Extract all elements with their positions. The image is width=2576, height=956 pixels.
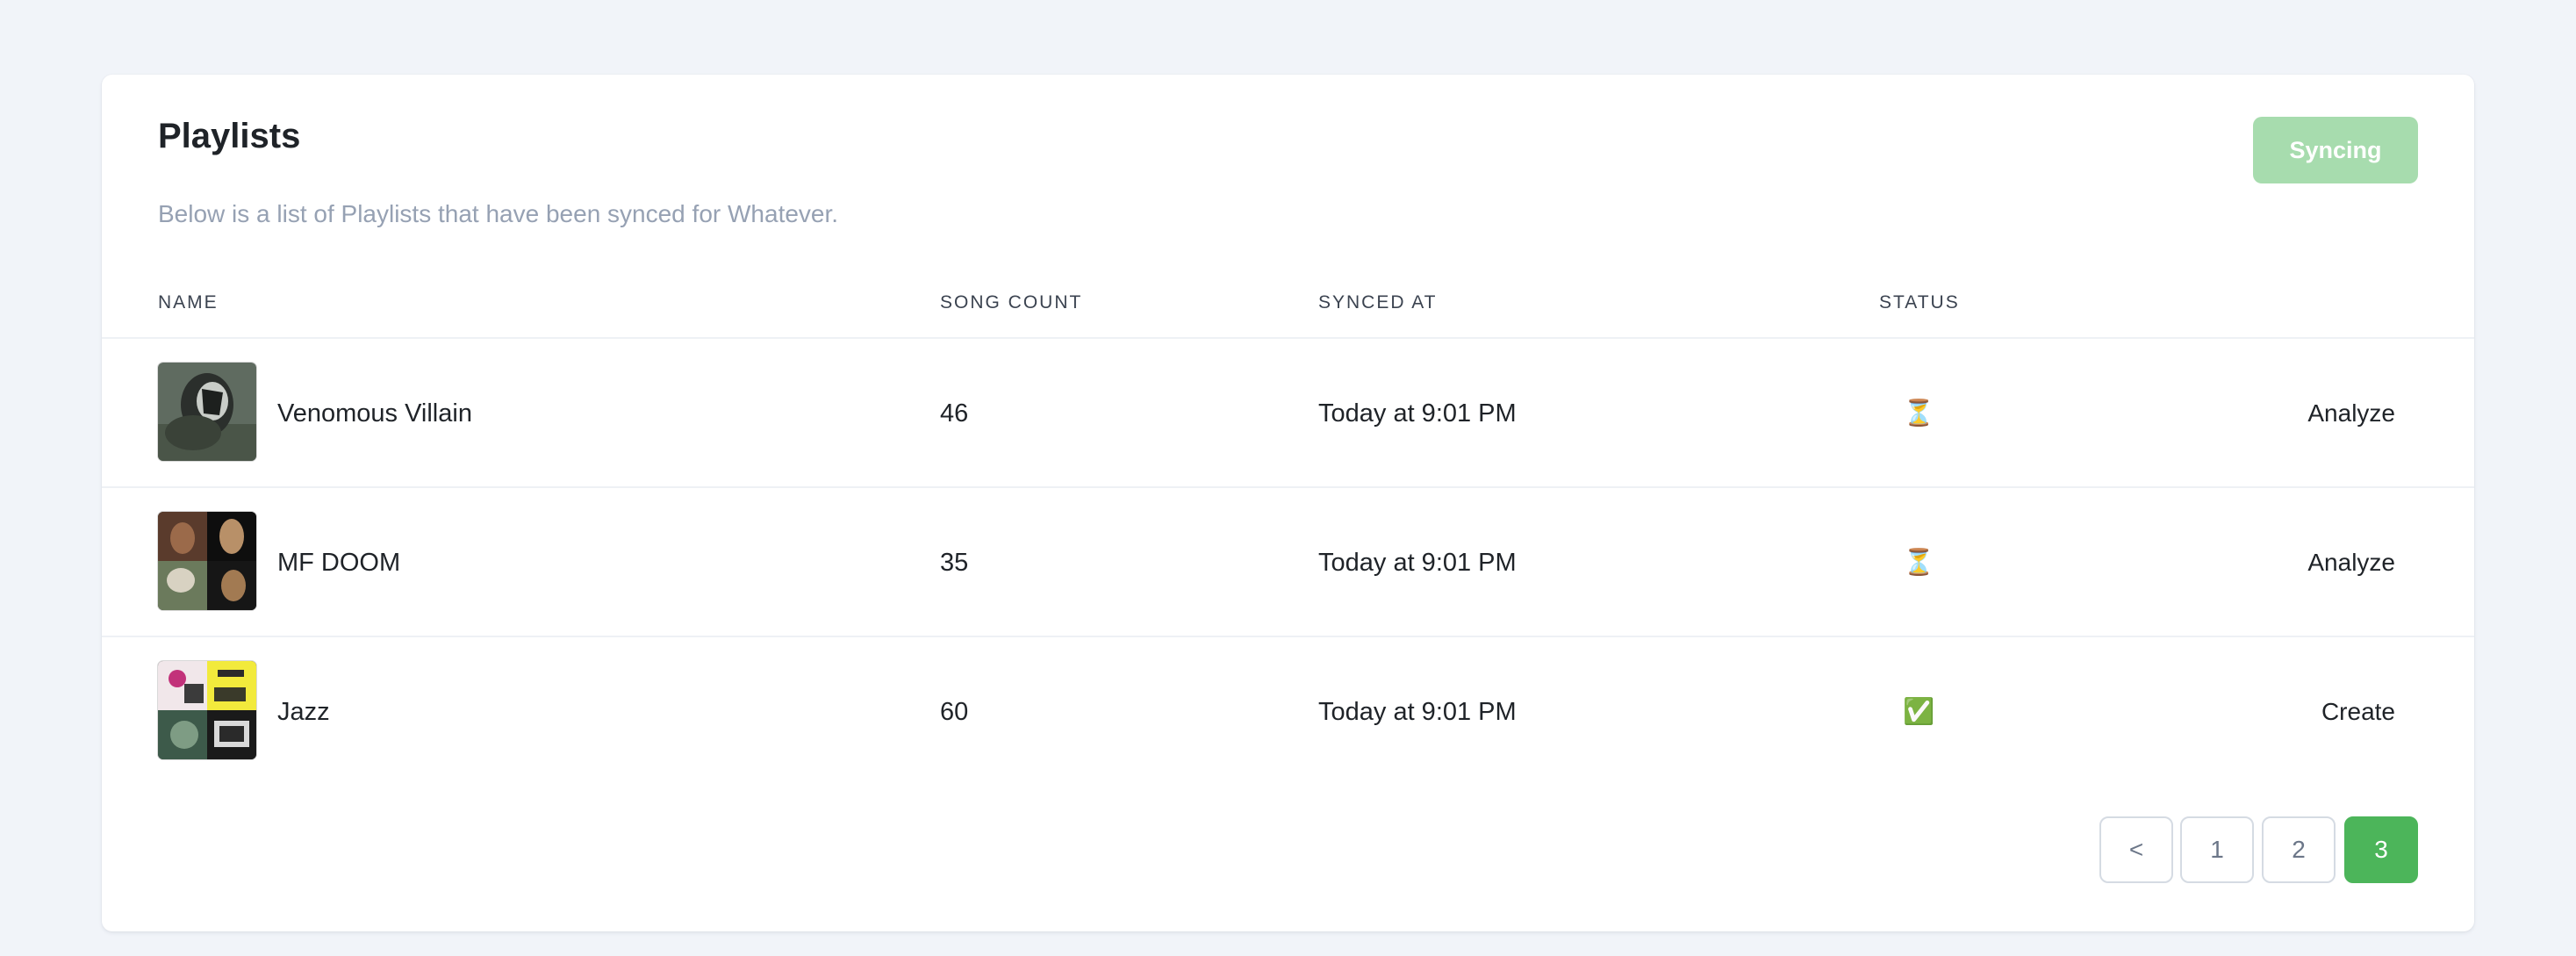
create-link[interactable]: Create <box>2321 637 2395 787</box>
synced-at: Today at 9:01 PM <box>1318 399 1517 428</box>
syncing-button[interactable]: Syncing <box>2253 117 2418 183</box>
pagination-prev-button[interactable]: < <box>2099 816 2173 883</box>
playlist-name: Jazz <box>277 697 330 726</box>
song-count: 60 <box>940 697 969 726</box>
playlist-cover-image <box>158 661 256 759</box>
analyze-link[interactable]: Analyze <box>2307 339 2395 488</box>
page-subtitle: Below is a list of Playlists that have b… <box>158 200 839 227</box>
song-count: 46 <box>940 399 969 428</box>
playlist-cover-image <box>158 512 256 610</box>
check-mark-icon: ✅ <box>1902 698 1935 726</box>
page-title: Playlists <box>158 117 301 155</box>
table-row: Jazz 60 Today at 9:01 PM ✅ Create <box>102 636 2474 787</box>
playlists-card: Playlists Below is a list of Playlists t… <box>102 75 2474 931</box>
column-header-song-count: SONG COUNT <box>940 292 1083 313</box>
hourglass-icon: ⏳ <box>1902 549 1935 577</box>
column-header-status: STATUS <box>1879 292 1960 313</box>
pagination-page-2[interactable]: 2 <box>2262 816 2336 883</box>
song-count: 35 <box>940 548 969 577</box>
playlist-cover-image <box>158 363 256 461</box>
table-row: MF DOOM 35 Today at 9:01 PM ⏳ Analyze <box>102 486 2474 637</box>
playlist-name: Venomous Villain <box>277 399 472 428</box>
hourglass-icon: ⏳ <box>1902 399 1935 428</box>
table-row: Venomous Villain 46 Today at 9:01 PM ⏳ A… <box>102 337 2474 488</box>
synced-at: Today at 9:01 PM <box>1318 548 1517 577</box>
playlist-name: MF DOOM <box>277 548 401 577</box>
pagination-page-1[interactable]: 1 <box>2180 816 2254 883</box>
column-header-synced-at: SYNCED AT <box>1318 292 1438 313</box>
column-header-name: NAME <box>158 292 219 313</box>
pagination-page-3[interactable]: 3 <box>2344 816 2418 883</box>
analyze-link[interactable]: Analyze <box>2307 488 2395 637</box>
synced-at: Today at 9:01 PM <box>1318 697 1517 726</box>
